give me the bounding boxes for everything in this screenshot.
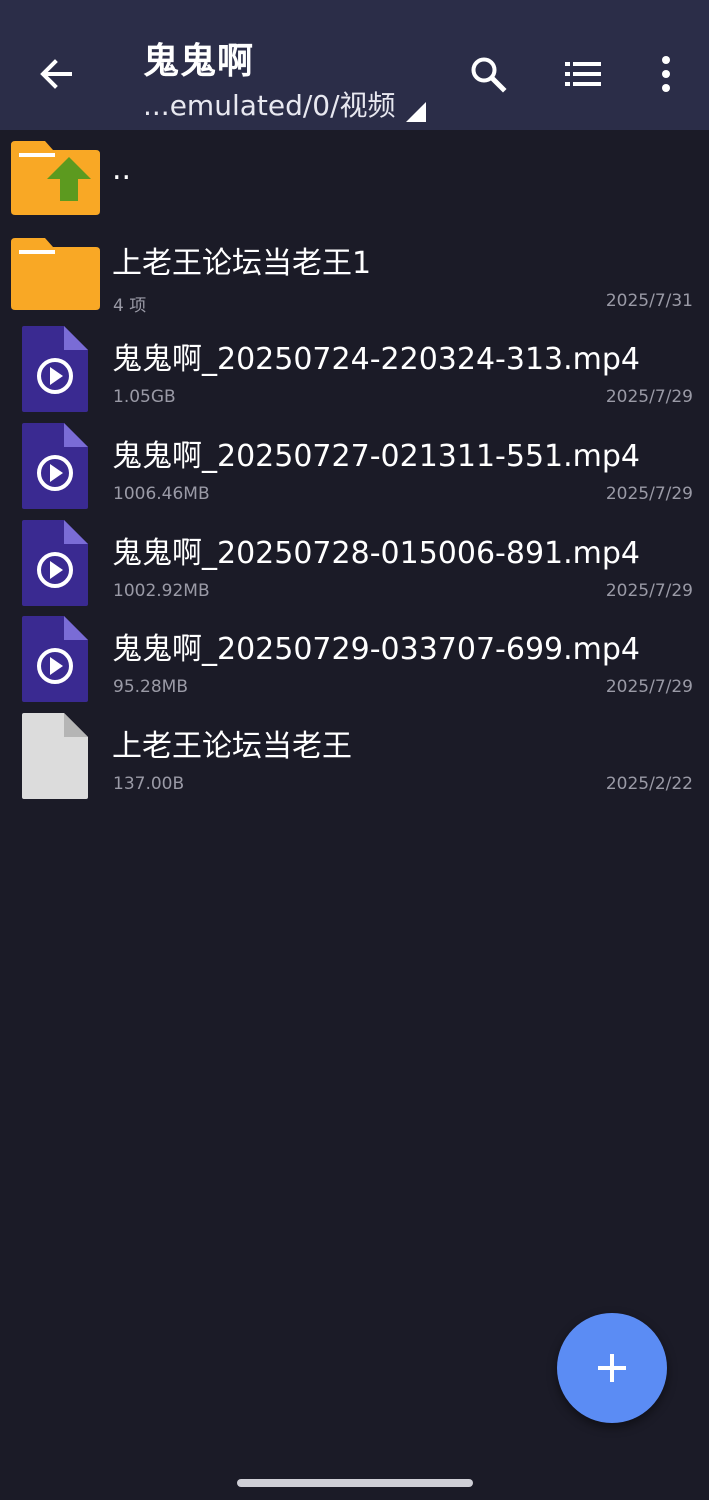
generic-file-icon: [22, 713, 88, 799]
file-meta: 4 项: [113, 296, 147, 316]
video-file-icon: [22, 326, 88, 412]
file-date: 2025/7/29: [605, 581, 693, 601]
list-item-video[interactable]: 鬼鬼啊_20250729-033707-699.mp4 95.28MB 2025…: [0, 613, 709, 710]
top-app-bar: 鬼鬼啊 ...emulated/0/视频: [0, 0, 709, 130]
file-date: 2025/7/29: [605, 387, 693, 407]
video-file-icon: [22, 520, 88, 606]
file-name: 鬼鬼啊_20250727-021311-551.mp4: [112, 439, 641, 474]
search-icon: [471, 57, 507, 93]
list-item-video[interactable]: 鬼鬼啊_20250727-021311-551.mp4 1006.46MB 20…: [0, 420, 709, 517]
video-file-icon: [22, 616, 88, 702]
folder-icon: [11, 238, 100, 310]
file-date: 2025/2/22: [605, 774, 693, 794]
file-meta: 1.05GB: [113, 387, 176, 407]
file-name: 鬼鬼啊_20250724-220324-313.mp4: [112, 342, 641, 377]
file-meta: 137.00B: [113, 774, 185, 794]
list-item-parent-folder[interactable]: ..: [0, 130, 709, 226]
file-date: 2025/7/29: [605, 677, 693, 697]
list-item-video[interactable]: 鬼鬼啊_20250724-220324-313.mp4 1.05GB 2025/…: [0, 323, 709, 420]
list-item-file[interactable]: 上老王论坛当老王 137.00B 2025/2/22: [0, 710, 709, 807]
dropdown-triangle-icon: [405, 102, 426, 122]
file-name: ..: [112, 152, 132, 187]
file-meta: 95.28MB: [113, 677, 188, 697]
list-item-video[interactable]: 鬼鬼啊_20250728-015006-891.mp4 1002.92MB 20…: [0, 517, 709, 613]
video-file-icon: [22, 423, 88, 509]
arrow-left-icon: [40, 59, 72, 89]
file-name: 上老王论坛当老王: [112, 729, 352, 764]
plus-icon: [598, 1354, 626, 1382]
file-list: .. 上老王论坛当老王1 4 项 2025/7/31 鬼鬼啊_20250724-…: [0, 130, 709, 807]
list-item-folder[interactable]: 上老王论坛当老王1 4 项 2025/7/31: [0, 226, 709, 323]
folder-title: 鬼鬼啊: [143, 41, 255, 82]
list-view-icon: [565, 62, 601, 86]
home-indicator[interactable]: [237, 1479, 473, 1487]
file-date: 2025/7/29: [605, 484, 693, 504]
file-date: 2025/7/31: [605, 291, 693, 311]
search-button[interactable]: [466, 50, 510, 98]
back-button[interactable]: [30, 48, 82, 100]
file-name: 鬼鬼啊_20250728-015006-891.mp4: [112, 536, 641, 571]
more-options-button[interactable]: [644, 50, 688, 98]
file-name: 上老王论坛当老王1: [112, 246, 372, 281]
file-meta: 1006.46MB: [113, 484, 210, 504]
view-mode-button[interactable]: [561, 50, 605, 98]
more-vertical-icon: [662, 56, 670, 92]
path-selector[interactable]: ...emulated/0/视频: [143, 84, 426, 124]
file-meta: 1002.92MB: [113, 581, 210, 601]
file-name: 鬼鬼啊_20250729-033707-699.mp4: [112, 632, 641, 667]
add-button[interactable]: [557, 1313, 667, 1423]
path-text: ...emulated/0/视频: [143, 89, 396, 122]
file-manager-screen: 鬼鬼啊 ...emulated/0/视频 .. 上老王论坛当老王1 4 项 20…: [0, 0, 709, 1500]
folder-up-icon: [11, 141, 100, 215]
